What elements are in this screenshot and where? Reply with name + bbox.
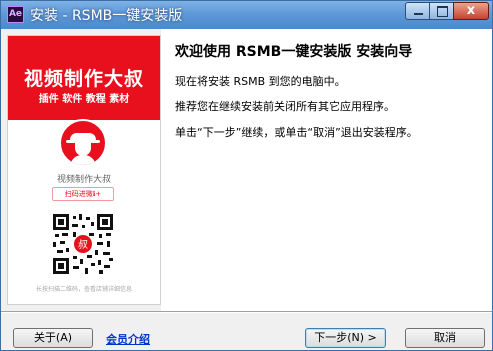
title-bar[interactable]: Ae 安装 - RSMB一键安装版 x bbox=[1, 1, 492, 29]
installer-window: Ae 安装 - RSMB一键安装版 x 视频制作大叔 插件 软件 教程 素材 视… bbox=[0, 0, 493, 351]
close-icon: x bbox=[466, 3, 476, 18]
qr-code-icon: 叔 bbox=[53, 214, 113, 274]
maximize-button[interactable] bbox=[429, 2, 454, 20]
window-title: 安装 - RSMB一键安装版 bbox=[30, 8, 183, 24]
about-button[interactable]: 关于(A) bbox=[13, 328, 93, 348]
banner-title: 视频制作大叔 bbox=[23, 68, 144, 90]
continue-instructions: 单击“下一步”继续，或单击“取消”退出安装程序。 bbox=[175, 126, 418, 139]
cancel-button[interactable]: 取消 bbox=[405, 328, 485, 348]
svg-text:叔: 叔 bbox=[78, 239, 88, 251]
promo-banner: 视频制作大叔 插件 软件 教程 素材 视频制作大叔 扫码进微ℹ+ 叔 长按扫描二… bbox=[7, 35, 161, 305]
welcome-heading: 欢迎使用 RSMB一键安装版 安装向导 bbox=[175, 44, 413, 60]
welcome-panel: 欢迎使用 RSMB一键安装版 安装向导 现在将安装 RSMB 到您的电脑中。 推… bbox=[161, 29, 492, 311]
banner-subtitle: 插件 软件 教程 素材 bbox=[38, 94, 130, 105]
footer-separator bbox=[1, 311, 492, 313]
next-button[interactable]: 下一步(N) > bbox=[305, 328, 386, 348]
app-icon: Ae bbox=[7, 6, 24, 23]
detective-avatar-icon bbox=[59, 119, 107, 167]
qr-tip: 长按扫描二维码，查看店铺详细信息 bbox=[35, 286, 132, 293]
brand-name: 视频制作大叔 bbox=[56, 175, 111, 185]
install-description: 现在将安装 RSMB 到您的电脑中。 bbox=[175, 75, 346, 88]
member-intro-link[interactable]: 会员介绍 bbox=[106, 331, 150, 347]
minimize-icon bbox=[414, 13, 423, 15]
banner-header: 视频制作大叔 插件 软件 教程 素材 bbox=[8, 36, 160, 120]
minimize-button[interactable] bbox=[405, 2, 430, 20]
scan-code-button: 扫码进微ℹ+ bbox=[52, 187, 114, 201]
maximize-icon bbox=[437, 6, 448, 17]
close-button[interactable]: x bbox=[453, 2, 489, 20]
close-apps-hint: 推荐您在继续安装前关闭所有其它应用程序。 bbox=[175, 100, 395, 113]
